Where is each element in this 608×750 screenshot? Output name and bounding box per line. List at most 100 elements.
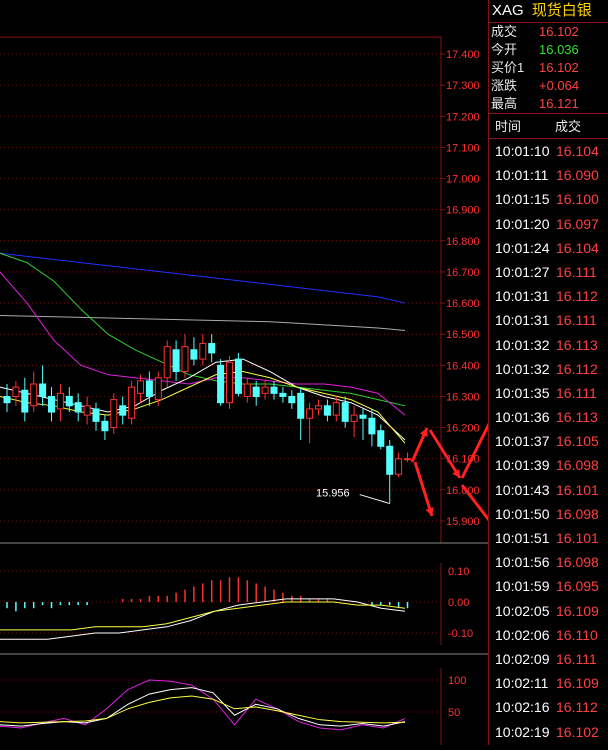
tick-row[interactable]: 10:02:09 16.111	[489, 647, 608, 671]
quote-row: 买价1 16.102	[489, 59, 608, 77]
symbol-header[interactable]: XAG 现货白银	[489, 0, 608, 22]
kdj-axis-label: 50	[448, 707, 460, 719]
candle-body	[395, 458, 403, 475]
tick-row[interactable]: 10:01:37 16.105	[489, 429, 608, 453]
candle-body	[30, 383, 38, 407]
candle-body	[83, 405, 91, 416]
candle-body	[261, 386, 269, 394]
symbol-code: XAG	[492, 2, 524, 19]
chart-area[interactable]: 17.400 17.300 17.200 17.100 17.000 16.900 16.8…	[0, 0, 514, 745]
tick-price: 16.098	[556, 457, 599, 474]
tick-time: 10:01:36	[495, 409, 550, 426]
candle-body	[48, 395, 55, 413]
quote-label: 成交	[491, 24, 518, 39]
tick-time: 10:01:37	[495, 433, 550, 450]
candle-body	[199, 343, 207, 360]
price-axis-label: 16.500	[446, 329, 480, 341]
tick-row[interactable]: 10:01:43 16.101	[489, 478, 608, 502]
candle-body	[65, 395, 73, 407]
tick-row[interactable]: 10:01:35 16.111	[489, 381, 608, 405]
tick-time: 10:01:35	[495, 384, 550, 401]
candle-body	[404, 458, 411, 461]
macd-axis-label: 0.00	[448, 597, 469, 609]
tick-row[interactable]: 10:01:31 16.111	[489, 308, 608, 332]
tick-row[interactable]: 10:02:06 16.110	[489, 623, 608, 647]
tick-price: 16.111	[556, 312, 597, 329]
tick-price: 16.113	[556, 336, 598, 353]
tick-price: 16.098	[556, 505, 599, 522]
quote-row: 最高 16.121	[489, 95, 608, 113]
tick-price: 16.104	[556, 239, 599, 256]
quote-value: 16.036	[539, 42, 579, 57]
quote-label: 最高	[491, 96, 518, 111]
tick-row[interactable]: 10:02:05 16.109	[489, 599, 608, 623]
tick-price: 16.095	[556, 578, 599, 595]
tick-price: 16.090	[556, 167, 599, 184]
tick-time: 10:01:50	[495, 505, 550, 522]
candle-body	[119, 405, 127, 416]
tick-price: 16.112	[556, 288, 598, 305]
tick-price: 16.104	[556, 143, 599, 159]
macd-axis-label: 0.10	[448, 566, 469, 578]
tick-row[interactable]: 10:01:15 16.100	[489, 187, 608, 211]
tick-time: 10:01:15	[495, 191, 550, 208]
quote-value: 16.121	[539, 96, 579, 111]
tick-row[interactable]: 10:01:50 16.098	[489, 502, 608, 526]
candlestick-chart[interactable]: 17.400 17.300 17.200 17.100 17.000 16.900 16.8…	[0, 0, 514, 745]
tick-row[interactable]: 10:01:27 16.111	[489, 260, 608, 284]
tick-row[interactable]: 10:02:19 16.102	[489, 720, 608, 744]
price-axis-label: 17.000	[446, 174, 480, 186]
price-axis-label: 16.600	[446, 298, 480, 310]
low-price-label: 15.956	[316, 488, 350, 500]
tick-price: 16.111	[556, 263, 597, 280]
tick-time: 10:02:11	[495, 675, 549, 692]
low-pointer-line	[359, 494, 390, 505]
price-axis-label: 16.400	[446, 360, 480, 372]
tick-price: 16.105	[556, 433, 599, 450]
candle-body	[74, 402, 82, 413]
candle-body	[154, 377, 162, 401]
candle-body	[3, 395, 11, 404]
ticks-header: 时间 成交	[489, 114, 608, 138]
tick-row[interactable]: 10:01:39 16.098	[489, 453, 608, 477]
price-axis-label: 17.300	[446, 80, 480, 92]
tick-list[interactable]: 10:01:10 16.104 10:01:11 16.090 10:01:15 16.1…	[489, 139, 608, 744]
kdj-axis-label: 100	[448, 675, 466, 687]
candle-body	[332, 402, 340, 416]
candle-body	[145, 380, 153, 397]
quote-value: 16.102	[539, 24, 579, 39]
tick-price: 16.100	[556, 191, 599, 208]
tick-row[interactable]: 10:01:56 16.098	[489, 550, 608, 574]
tick-time: 10:01:32	[495, 336, 550, 353]
tick-time: 10:01:56	[495, 554, 550, 571]
tick-time: 10:01:11	[495, 167, 549, 184]
candle-body	[234, 358, 242, 394]
ticks-header-price: 成交	[555, 119, 582, 134]
ticks-header-time: 时间	[495, 119, 522, 134]
tick-row[interactable]: 10:02:16 16.112	[489, 695, 608, 719]
candle-body	[243, 383, 251, 397]
tick-row[interactable]: 10:01:32 16.112	[489, 357, 608, 381]
tick-row[interactable]: 10:02:11 16.109	[489, 671, 608, 695]
tick-price: 16.102	[556, 723, 599, 740]
macd-axis-label: -0.10	[448, 628, 473, 640]
candle-body	[163, 346, 171, 379]
tick-row[interactable]: 10:01:20 16.097	[489, 212, 608, 236]
tick-row[interactable]: 10:01:59 16.095	[489, 574, 608, 598]
tick-time: 10:01:39	[495, 457, 550, 474]
symbol-name: 现货白银	[531, 2, 592, 19]
tick-row[interactable]: 10:01:31 16.112	[489, 284, 608, 308]
ma-blue-line	[0, 252, 406, 304]
candle-body	[92, 408, 100, 422]
candle-body	[12, 386, 20, 397]
tick-row[interactable]: 10:01:24 16.104	[489, 236, 608, 260]
tick-price: 16.109	[556, 675, 599, 692]
tick-row[interactable]: 10:01:10 16.104	[489, 139, 608, 163]
tick-row[interactable]: 10:01:11 16.090	[489, 163, 608, 187]
tick-price: 16.098	[556, 554, 599, 571]
tick-row[interactable]: 10:01:51 16.101	[489, 526, 608, 550]
candle-body	[323, 405, 331, 416]
tick-row[interactable]: 10:01:36 16.113	[489, 405, 608, 429]
tick-row[interactable]: 10:01:32 16.113	[489, 333, 608, 357]
candle-body	[190, 349, 198, 360]
